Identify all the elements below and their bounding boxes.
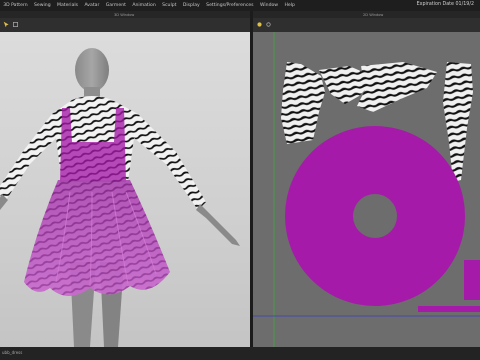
window2d-title: 2D Window xyxy=(363,13,384,17)
menu-item-help[interactable]: Help xyxy=(281,3,298,8)
avatar-render xyxy=(0,48,240,347)
transform-icon[interactable] xyxy=(265,21,272,28)
pattern-piece-sleeve-right xyxy=(281,62,325,144)
pattern-piece-bodice xyxy=(464,260,480,300)
menu-item-sculpt[interactable]: Sculpt xyxy=(159,3,180,8)
window2d-toolbar xyxy=(253,18,480,33)
skirt-waist-hole xyxy=(353,194,397,238)
pattern-piece-back xyxy=(357,62,437,112)
move-icon[interactable] xyxy=(12,21,19,28)
menu-item-animation[interactable]: Animation xyxy=(129,3,159,8)
avatar-hand-left xyxy=(196,204,240,246)
menu-item-avatar[interactable]: Avatar xyxy=(81,3,102,8)
status-bar: ubb_dress xyxy=(0,347,480,360)
pattern-piece-collar xyxy=(319,66,367,104)
avatar-head xyxy=(75,48,109,92)
viewport-2d[interactable] xyxy=(253,32,480,347)
select-pattern-icon[interactable] xyxy=(256,21,263,28)
pattern-layout xyxy=(253,32,480,347)
viewport-3d[interactable] xyxy=(0,32,250,347)
pattern-piece-waistband xyxy=(418,306,480,312)
expiration-date: Expiration Date 01/19/2 xyxy=(416,2,474,7)
menu-item-settings[interactable]: Settings/Preferences xyxy=(203,3,257,8)
menu-item-3d-pattern[interactable]: 3D Pattern xyxy=(0,3,31,8)
menu-item-display[interactable]: Display xyxy=(180,3,203,8)
menu-item-window[interactable]: Window xyxy=(257,3,282,8)
menu-item-garment[interactable]: Garment xyxy=(103,3,130,8)
status-object-name: ubb_dress xyxy=(2,350,23,355)
menu-item-materials[interactable]: Materials xyxy=(54,3,81,8)
select-arrow-icon[interactable] xyxy=(3,21,10,28)
window3d-title: 3D Window xyxy=(114,13,135,17)
window3d-toolbar xyxy=(0,18,250,33)
menu-bar: 3D Pattern Sewing Materials Avatar Garme… xyxy=(0,0,480,11)
menu-item-sewing[interactable]: Sewing xyxy=(31,3,54,8)
